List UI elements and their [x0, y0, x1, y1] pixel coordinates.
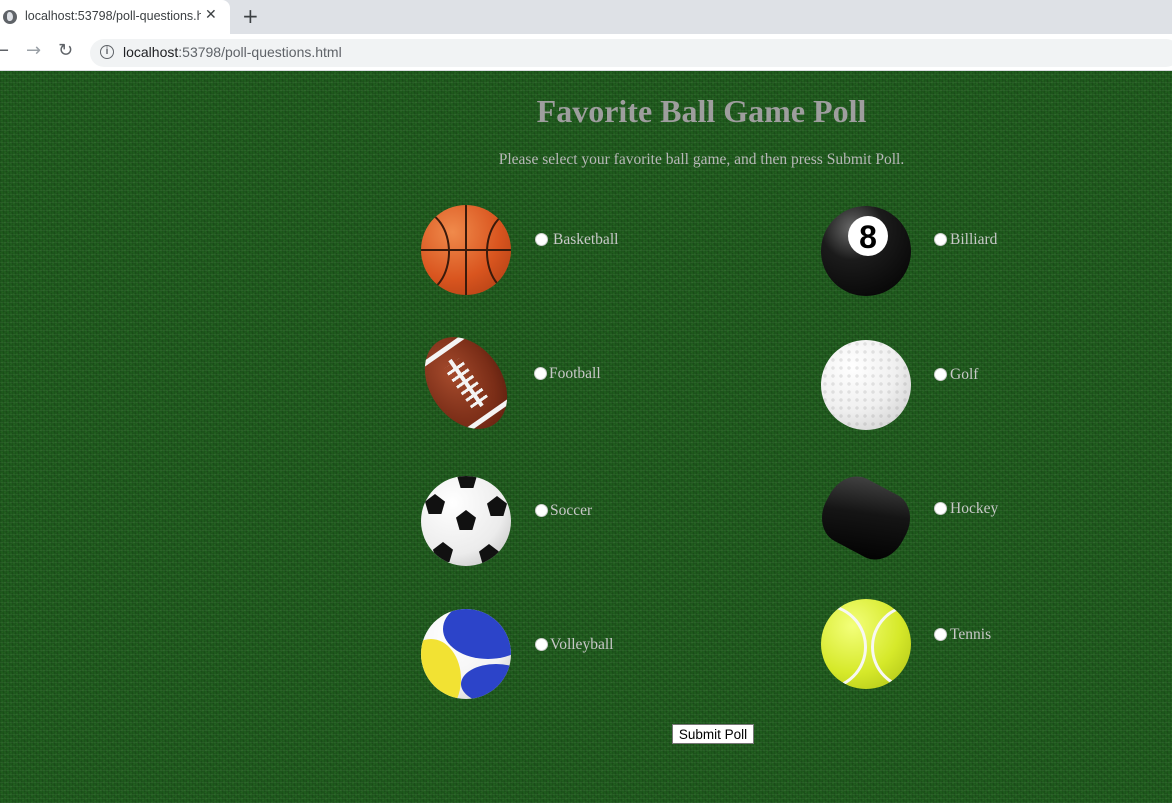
tab-title: localhost:53798/poll-questions.html: [25, 9, 201, 23]
radio-volleyball[interactable]: [535, 638, 548, 651]
option-label-volleyball[interactable]: Volleyball: [550, 636, 613, 654]
billiard-number: 8: [848, 216, 888, 256]
globe-icon: [3, 10, 17, 24]
poll-page: Favorite Ball Game Poll Please select yo…: [0, 71, 1172, 803]
browser-tab-bar: localhost:53798/poll-questions.html ✕ +: [0, 0, 1172, 34]
submit-poll-button[interactable]: Submit Poll: [672, 724, 754, 744]
volleyball-icon: [421, 609, 511, 699]
url-host: localhost: [123, 44, 179, 60]
football-icon: [407, 321, 525, 445]
basketball-icon: [421, 205, 511, 295]
option-label-billiard[interactable]: Billiard: [950, 231, 997, 249]
radio-football[interactable]: [534, 367, 547, 380]
tennis-ball-icon: [821, 599, 911, 689]
radio-tennis[interactable]: [934, 628, 947, 641]
soccer-ball-icon: [421, 476, 511, 566]
option-label-soccer[interactable]: Soccer: [550, 502, 592, 520]
browser-tab[interactable]: localhost:53798/poll-questions.html ✕: [0, 0, 230, 34]
page-instructions: Please select your favorite ball game, a…: [498, 151, 905, 168]
browser-toolbar: ← → ↻ i localhost:53798/poll-questions.h…: [0, 34, 1172, 71]
radio-basketball[interactable]: [535, 233, 548, 246]
golf-ball-icon: [821, 340, 911, 430]
radio-hockey[interactable]: [934, 502, 947, 515]
option-label-hockey[interactable]: Hockey: [950, 500, 998, 518]
radio-billiard[interactable]: [934, 233, 947, 246]
address-bar[interactable]: i localhost:53798/poll-questions.html: [90, 39, 1172, 67]
hockey-puck-icon: [811, 466, 921, 570]
radio-golf[interactable]: [934, 368, 947, 381]
radio-soccer[interactable]: [535, 504, 548, 517]
info-icon[interactable]: i: [100, 45, 114, 59]
option-label-tennis[interactable]: Tennis: [950, 626, 991, 644]
forward-arrow-icon[interactable]: →: [26, 40, 41, 61]
page-title: Favorite Ball Game Poll: [536, 93, 867, 129]
billiard-ball-icon: 8: [821, 206, 911, 296]
back-arrow-icon[interactable]: ←: [0, 40, 9, 61]
option-label-basketball[interactable]: Basketball: [553, 231, 618, 249]
close-tab-icon[interactable]: ✕: [205, 7, 217, 23]
option-label-golf[interactable]: Golf: [950, 366, 978, 384]
url-path: :53798/poll-questions.html: [178, 44, 342, 60]
url-text[interactable]: localhost:53798/poll-questions.html: [123, 44, 342, 60]
new-tab-icon[interactable]: +: [242, 4, 259, 28]
option-label-football[interactable]: Football: [549, 365, 601, 383]
reload-icon[interactable]: ↻: [58, 40, 73, 61]
